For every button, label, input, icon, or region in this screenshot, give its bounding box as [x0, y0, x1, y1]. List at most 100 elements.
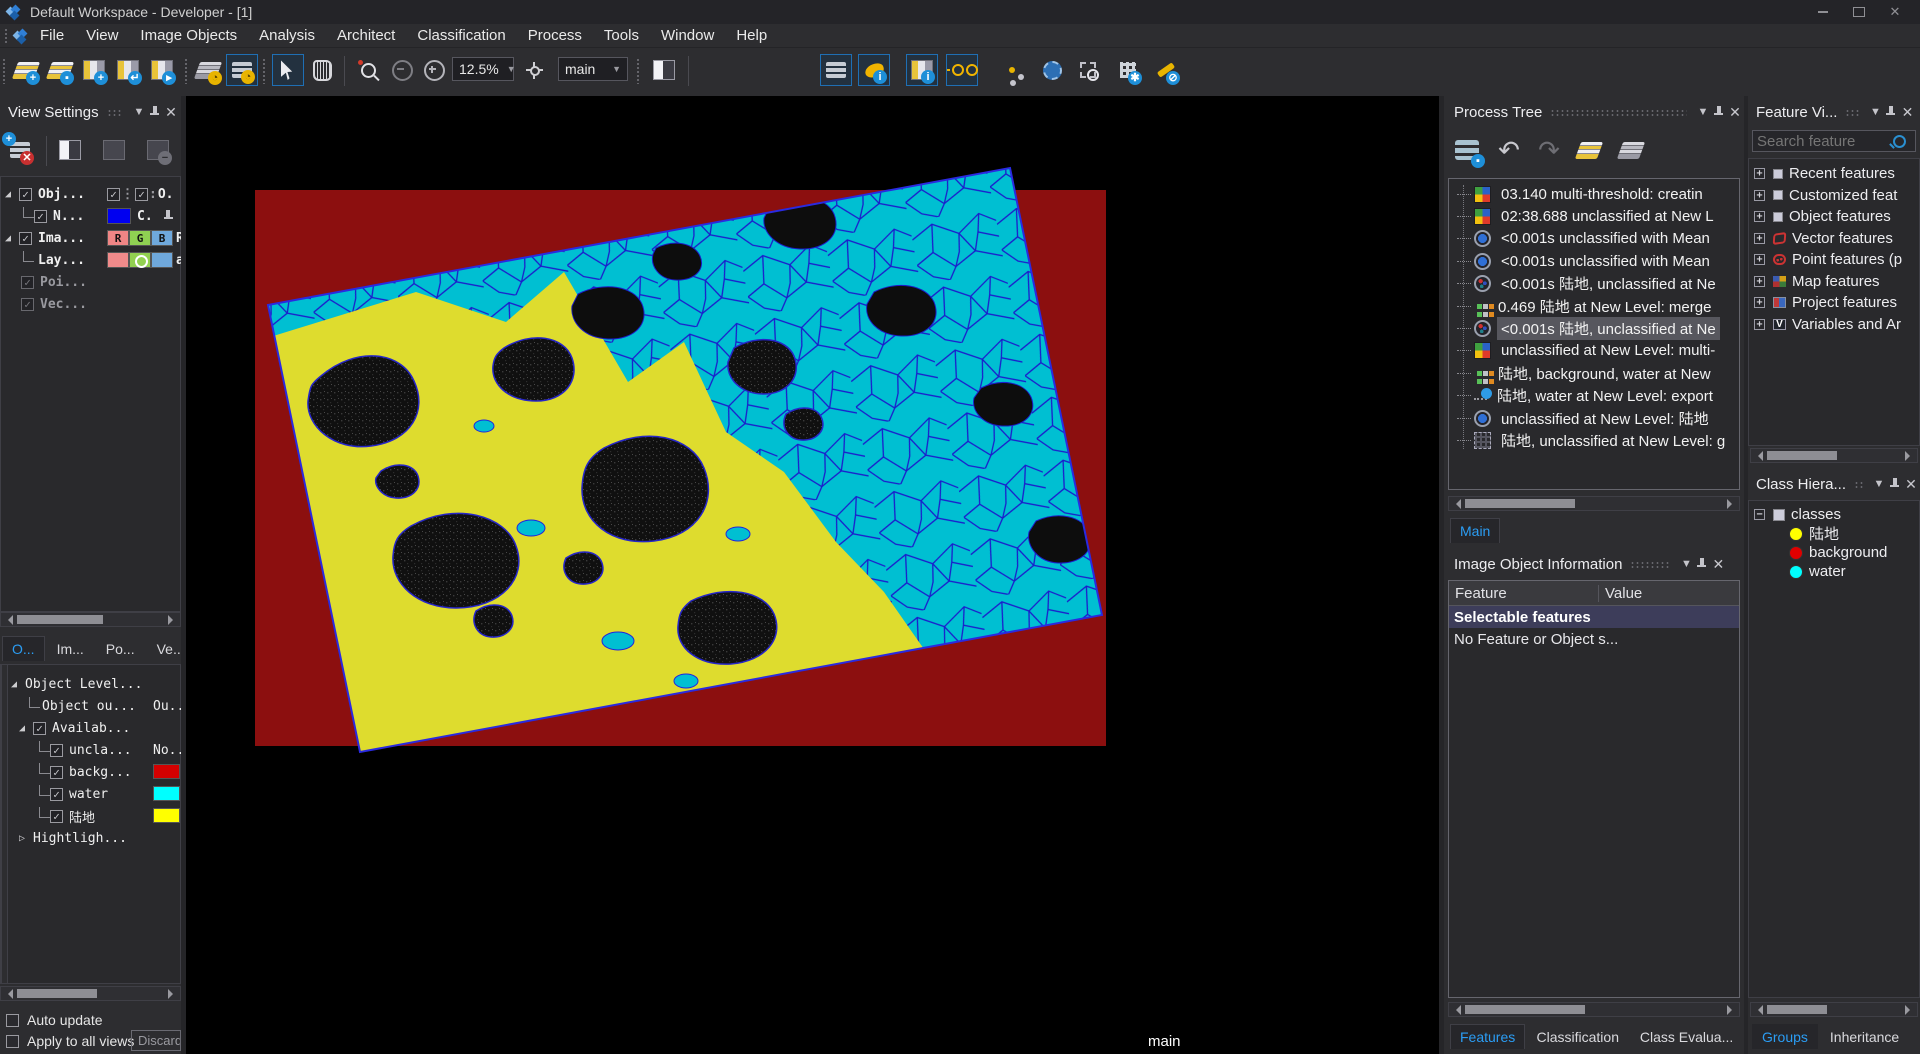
scroll-right-arrow[interactable]: [168, 615, 178, 625]
scroll-right-arrow[interactable]: [1727, 1005, 1737, 1015]
process-tree-item[interactable]: 02:38.688 unclassified at New L: [1449, 205, 1739, 227]
scroll-thumb[interactable]: [17, 989, 97, 998]
close-icon[interactable]: ✕: [1726, 104, 1744, 121]
checkbox[interactable]: ✓: [50, 766, 63, 779]
feature-view-item[interactable]: +Point features (p: [1749, 249, 1919, 271]
menu-analysis[interactable]: Analysis: [248, 26, 326, 45]
search-icon[interactable]: [1893, 135, 1906, 148]
image-object-info-hscrollbar[interactable]: [1448, 1002, 1740, 1017]
tree-row-land[interactable]: ✓ 陆地: [39, 805, 95, 827]
color-swatch[interactable]: [107, 252, 129, 268]
feature-view-item[interactable]: +Recent features: [1749, 163, 1919, 185]
scroll-thumb[interactable]: [17, 615, 103, 624]
zoom-selection-icon[interactable]: [352, 54, 384, 86]
process-tree-item[interactable]: unclassified at New Level: multi-: [1449, 340, 1739, 362]
split-view-icon[interactable]: [648, 54, 680, 86]
zoom-in-icon[interactable]: [418, 54, 450, 86]
pin-icon[interactable]: [1696, 558, 1707, 571]
close-icon[interactable]: ✕: [162, 104, 180, 121]
find-objects-icon[interactable]: [1072, 54, 1104, 86]
apply-all-views-checkbox[interactable]: [6, 1035, 19, 1048]
checkbox[interactable]: ✓: [21, 298, 34, 311]
expander-icon[interactable]: ◢: [5, 189, 19, 200]
process-tree-item[interactable]: 陆地, unclassified at New Level: g: [1449, 429, 1739, 451]
class-item[interactable]: background: [1749, 543, 1919, 562]
tab-features[interactable]: Features: [1450, 1024, 1525, 1049]
edit-process-icon[interactable]: ◔: [226, 54, 258, 86]
chevron-down-icon[interactable]: ▼: [1871, 478, 1887, 490]
feature-search-box[interactable]: [1752, 130, 1916, 152]
scroll-thumb[interactable]: [1465, 499, 1575, 508]
chevron-down-icon[interactable]: ▼: [131, 106, 147, 118]
tree-row-highlight[interactable]: ▷ Hightligh...: [19, 827, 127, 849]
scroll-thumb[interactable]: [1767, 451, 1837, 460]
new-project-icon[interactable]: +: [10, 54, 42, 86]
expand-plus-icon[interactable]: +: [1754, 233, 1765, 244]
minimize-icon[interactable]: [1812, 4, 1834, 20]
color-swatch[interactable]: [129, 252, 151, 268]
chevron-down-icon[interactable]: ▼: [1678, 558, 1694, 570]
close-icon[interactable]: ✕: [1709, 556, 1727, 573]
tree-row-vector[interactable]: ✓ Vec...: [21, 293, 87, 315]
color-swatch[interactable]: [107, 208, 131, 224]
scroll-left-arrow[interactable]: [1753, 1005, 1763, 1015]
green-channel-swatch[interactable]: G: [129, 230, 151, 246]
pin-icon[interactable]: [1889, 478, 1900, 491]
tab-classification[interactable]: Classification: [1527, 1024, 1628, 1049]
expander-icon[interactable]: ▷: [19, 833, 33, 844]
scroll-left-arrow[interactable]: [1451, 1005, 1461, 1015]
tab-main[interactable]: Main: [1450, 518, 1500, 543]
expand-plus-icon[interactable]: +: [1754, 254, 1765, 265]
expander-icon[interactable]: ◢: [5, 233, 19, 244]
feature-view-item[interactable]: +Customized feat: [1749, 185, 1919, 207]
tree-row-background[interactable]: ✓ backg...: [39, 761, 132, 783]
menu-classification[interactable]: Classification: [406, 26, 516, 45]
checkbox[interactable]: ✓: [34, 210, 47, 223]
expand-plus-icon[interactable]: +: [1754, 190, 1765, 201]
scroll-thumb[interactable]: [1767, 1005, 1827, 1014]
layer-view-2-icon[interactable]: [98, 134, 130, 166]
pin-icon[interactable]: [149, 106, 160, 119]
checkbox[interactable]: ✓: [135, 188, 148, 201]
process-tree-item[interactable]: <0.001s unclassified with Mean: [1449, 228, 1739, 250]
pin-icon[interactable]: [1713, 106, 1724, 119]
class-item[interactable]: 陆地: [1749, 524, 1919, 543]
navigate-icon[interactable]: [518, 54, 550, 86]
feature-view-item[interactable]: +Project features: [1749, 292, 1919, 314]
tab-image-layers[interactable]: Im...: [47, 636, 94, 661]
scroll-left-arrow[interactable]: [1753, 451, 1763, 461]
expand-plus-icon[interactable]: +: [1754, 319, 1765, 330]
menu-file[interactable]: File: [29, 26, 75, 45]
tree-row-image-data[interactable]: ◢ ✓ Ima...: [5, 227, 85, 249]
checkbox[interactable]: ✓: [50, 788, 63, 801]
tree-row-layer[interactable]: Lay...: [23, 249, 85, 271]
chevron-down-icon[interactable]: ▼: [1695, 106, 1711, 118]
layer-view-3-icon[interactable]: −: [142, 134, 174, 166]
tree-row-available[interactable]: ◢ ✓ Availab...: [19, 717, 130, 739]
checkbox[interactable]: ✓: [21, 276, 34, 289]
tree-row-object-level[interactable]: ◢ Object Level...: [11, 673, 142, 695]
collapse-minus-icon[interactable]: −: [1754, 509, 1765, 520]
object-levels-hscrollbar[interactable]: [0, 986, 181, 1001]
checkbox[interactable]: ✓: [19, 188, 32, 201]
red-channel-swatch[interactable]: R: [107, 230, 129, 246]
load-ruleset-icon[interactable]: ◔: [192, 54, 224, 86]
panel-grip[interactable]: [1854, 481, 1863, 488]
view-settings-hscrollbar[interactable]: [0, 612, 181, 627]
process-tree-item[interactable]: <0.001s unclassified with Mean: [1449, 250, 1739, 272]
feature-view-item[interactable]: +Vector features: [1749, 228, 1919, 250]
expander-icon[interactable]: ◢: [19, 723, 33, 734]
class-hierarchy-toggle-icon[interactable]: [996, 54, 1028, 86]
scroll-right-arrow[interactable]: [1905, 451, 1915, 461]
tree-row-unclassified[interactable]: ✓ uncla...: [39, 739, 132, 761]
update-view-icon[interactable]: [1036, 54, 1068, 86]
checkbox[interactable]: ✓: [33, 722, 46, 735]
close-icon[interactable]: ✕: [1902, 476, 1920, 493]
menu-help[interactable]: Help: [725, 26, 778, 45]
tab-inheritance[interactable]: Inheritance: [1820, 1024, 1909, 1049]
process-tree-hscrollbar[interactable]: [1448, 496, 1740, 511]
menu-tools[interactable]: Tools: [593, 26, 650, 45]
expand-plus-icon[interactable]: +: [1754, 168, 1765, 179]
process-tree-item[interactable]: unclassified at New Level: 陆地: [1449, 407, 1739, 429]
menu-image-objects[interactable]: Image Objects: [129, 26, 248, 45]
